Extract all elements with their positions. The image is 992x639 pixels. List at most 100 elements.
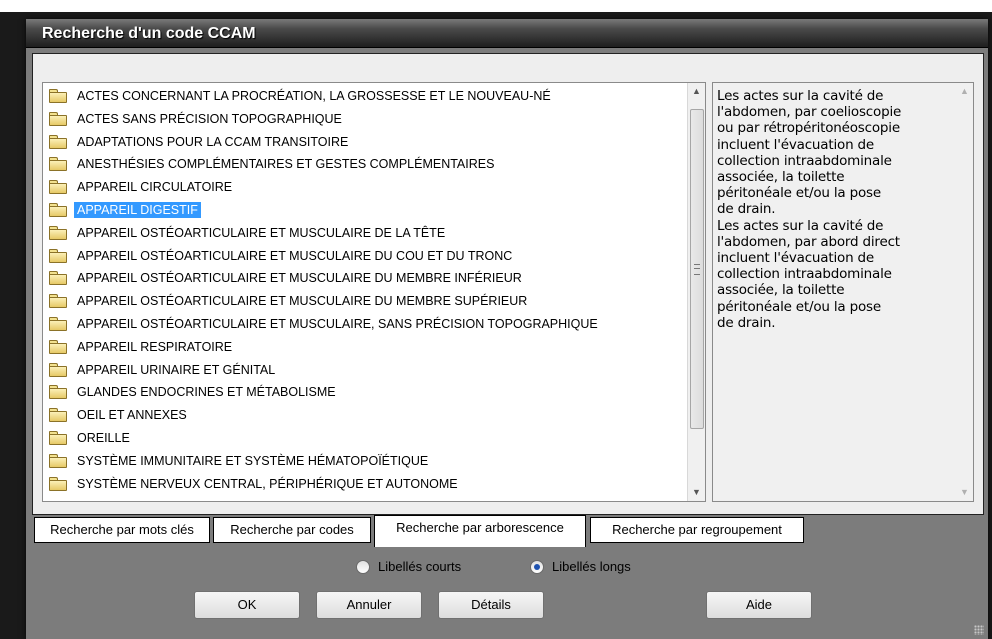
description-text: Les actes sur la cavité de l'abdomen, par… [717, 88, 945, 331]
description-line: Les actes sur la cavité de [717, 88, 884, 104]
tree-item-label: APPAREIL OSTÉOARTICULAIRE ET MUSCULAIRE,… [77, 317, 598, 331]
folder-icon [49, 89, 67, 103]
tree-item[interactable]: OEIL ET ANNEXES [49, 404, 190, 426]
radio-circle[interactable] [356, 559, 370, 574]
folder-icon [49, 317, 67, 331]
background-app-strip [0, 0, 992, 12]
scrollbar-thumb[interactable] [690, 109, 704, 429]
tree-item[interactable]: SYSTÈME NERVEUX CENTRAL, PÉRIPHÉRIQUE ET… [49, 473, 461, 495]
tree-item[interactable]: APPAREIL OSTÉOARTICULAIRE ET MUSCULAIRE … [49, 222, 448, 244]
folder-icon [49, 248, 67, 263]
folder-icon [49, 362, 67, 377]
label-length-options: Libellés courts Libellés longs [26, 559, 988, 579]
grip-icon [694, 264, 700, 275]
folder-icon [49, 157, 67, 172]
tree-item[interactable]: APPAREIL OSTÉOARTICULAIRE ET MUSCULAIRE … [49, 245, 515, 267]
arrow-up-icon[interactable]: ▲ [688, 83, 705, 100]
description-line: associée, la toilette [717, 169, 845, 186]
description-line: péritonéale et/ou la pose [717, 298, 881, 315]
tree-item[interactable]: APPAREIL CIRCULATOIRE [49, 176, 235, 198]
tree-item[interactable]: OREILLE [49, 427, 133, 449]
tree-item[interactable]: APPAREIL RESPIRATOIRE [49, 336, 235, 358]
description-line: collection intraabdominale [717, 266, 892, 283]
description-line: de drain. [717, 314, 776, 331]
tree-item-label: ACTES CONCERNANT LA PROCRÉATION, LA GROS… [77, 89, 551, 103]
tree-scrollbar[interactable]: ▲ ▼ [687, 83, 705, 501]
folder-icon [49, 453, 67, 468]
tree-item[interactable]: APPAREIL URINAIRE ET GÉNITAL [49, 359, 278, 381]
tree-item-label: APPAREIL OSTÉOARTICULAIRE ET MUSCULAIRE … [77, 248, 513, 263]
arrow-up-icon[interactable]: ▲ [956, 83, 973, 100]
tree-item-label: APPAREIL OSTÉOARTICULAIRE ET MUSCULAIRE … [77, 225, 446, 240]
tree-item-label: APPAREIL OSTÉOARTICULAIRE ET MUSCULAIRE … [77, 294, 528, 309]
resize-grip-icon[interactable] [974, 625, 984, 635]
help-button[interactable]: Aide [706, 591, 812, 619]
folder-icon [49, 180, 67, 195]
tree-item-label: OREILLE [77, 431, 130, 445]
radio-circle-checked[interactable] [530, 559, 544, 574]
tree-item-label: ADAPTATIONS POUR LA CCAM TRANSITOIRE [77, 134, 349, 149]
tree-item-label: APPAREIL CIRCULATOIRE [77, 180, 233, 195]
tab-groups[interactable]: Recherche par regroupement [590, 517, 804, 543]
description-line: l'abdomen, par coelioscopie [717, 104, 902, 121]
tree-item[interactable]: APPAREIL DIGESTIF [49, 199, 201, 221]
tree-item-label: APPAREIL URINAIRE ET GÉNITAL [77, 362, 276, 377]
tab-tree[interactable]: Recherche par arborescence [374, 515, 586, 547]
description-line: Les actes sur la cavité de [717, 217, 884, 234]
tree-item[interactable]: SYSTÈME IMMUNITAIRE ET SYSTÈME HÉMATOPOÏ… [49, 450, 431, 472]
description-line: de drain. [717, 201, 776, 218]
description-line: collection intraabdominale [717, 152, 892, 169]
description-line: péritonéale et/ou la pose [717, 185, 881, 202]
description-line: incluent l'évacuation de [717, 136, 874, 153]
tab-keywords[interactable]: Recherche par mots clés [34, 517, 210, 543]
details-button[interactable]: Détails [438, 591, 544, 619]
tree-item[interactable]: ANESTHÉSIES COMPLÉMENTAIRES ET GESTES CO… [49, 153, 497, 175]
folder-icon [49, 408, 67, 423]
tree-item[interactable]: ADAPTATIONS POUR LA CCAM TRANSITOIRE [49, 131, 351, 153]
tree-item[interactable]: APPAREIL OSTÉOARTICULAIRE ET MUSCULAIRE … [49, 267, 525, 289]
tree-item-label: GLANDES ENDOCRINES ET MÉTABOLISME [77, 385, 336, 400]
radio-long-labels[interactable]: Libellés longs [530, 559, 631, 574]
description-line: l'abdomen, par abord direct [717, 233, 900, 250]
title-bar[interactable]: Recherche d'un code CCAM [26, 19, 988, 48]
tab-codes[interactable]: Recherche par codes [213, 517, 371, 543]
description-line: associée, la toilette [717, 282, 845, 299]
ccam-search-dialog: Recherche d'un code CCAM ACTES CONCERNAN… [26, 19, 988, 639]
arrow-down-icon[interactable]: ▼ [688, 484, 705, 501]
folder-icon [49, 271, 67, 286]
folder-icon [49, 294, 67, 309]
description-scrollbar[interactable]: ▲ ▼ [956, 83, 973, 501]
folder-icon [49, 134, 67, 149]
description-line: incluent l'évacuation de [717, 250, 874, 267]
radio-long-label: Libellés longs [552, 559, 631, 574]
ok-button[interactable]: OK [194, 591, 300, 619]
tree-item[interactable]: APPAREIL OSTÉOARTICULAIRE ET MUSCULAIRE … [49, 290, 530, 312]
cancel-button[interactable]: Annuler [316, 591, 422, 619]
tree-item-label: ACTES SANS PRÉCISION TOPOGRAPHIQUE [77, 111, 342, 126]
tree-item-label: SYSTÈME IMMUNITAIRE ET SYSTÈME HÉMATOPOÏ… [77, 453, 429, 468]
arrow-down-icon[interactable]: ▼ [956, 484, 973, 501]
folder-icon [49, 203, 67, 217]
radio-short-label: Libellés courts [378, 559, 462, 574]
folder-icon [49, 476, 67, 491]
tree-item[interactable]: GLANDES ENDOCRINES ET MÉTABOLISME [49, 381, 339, 403]
search-mode-tabs: Recherche par mots clés Recherche par co… [34, 515, 984, 547]
folder-icon [49, 339, 67, 354]
folder-icon [49, 385, 67, 400]
folder-icon [49, 111, 67, 126]
tree-item-label: APPAREIL RESPIRATOIRE [77, 339, 233, 354]
tree-item[interactable]: ACTES SANS PRÉCISION TOPOGRAPHIQUE [49, 108, 345, 130]
category-tree[interactable]: ACTES CONCERNANT LA PROCRÉATION, LA GROS… [42, 82, 706, 502]
tree-item[interactable]: ACTES CONCERNANT LA PROCRÉATION, LA GROS… [49, 85, 554, 107]
folder-icon [49, 431, 67, 445]
description-panel: Les actes sur la cavité de l'abdomen, par… [712, 82, 974, 502]
dialog-content: ACTES CONCERNANT LA PROCRÉATION, LA GROS… [32, 53, 984, 515]
tree-item-label: SYSTÈME NERVEUX CENTRAL, PÉRIPHÉRIQUE ET… [77, 476, 458, 491]
radio-short-labels[interactable]: Libellés courts [356, 559, 461, 574]
description-line: ou par rétropéritonéoscopie [717, 120, 900, 137]
tree-item-label: APPAREIL DIGESTIF [74, 202, 201, 218]
tree-item-label: APPAREIL OSTÉOARTICULAIRE ET MUSCULAIRE … [77, 271, 522, 286]
folder-icon [49, 225, 67, 240]
tree-item[interactable]: APPAREIL OSTÉOARTICULAIRE ET MUSCULAIRE,… [49, 313, 601, 335]
window-title: Recherche d'un code CCAM [42, 25, 256, 42]
